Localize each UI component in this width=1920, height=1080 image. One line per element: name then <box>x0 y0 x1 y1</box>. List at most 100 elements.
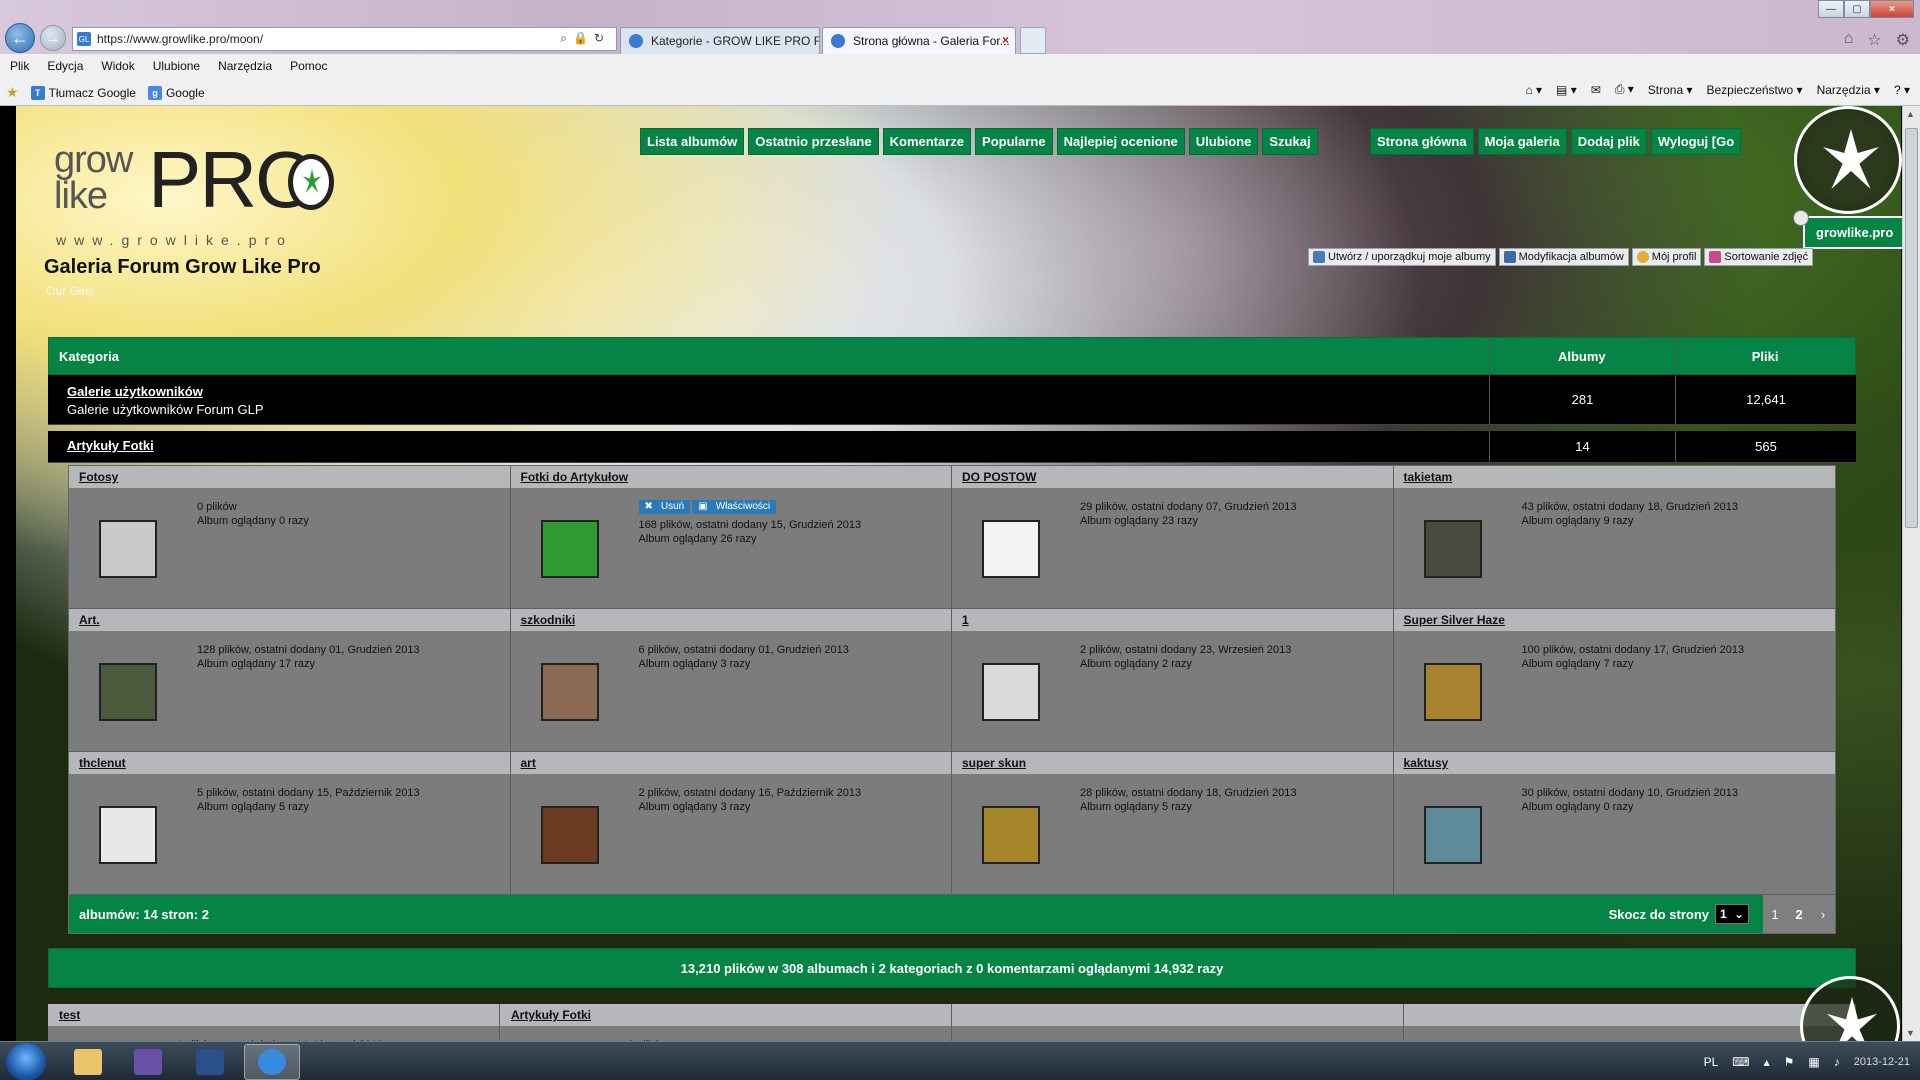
page-scrollbar[interactable]: ▲ ▼ <box>1902 106 1920 1041</box>
language-indicator[interactable]: PL <box>1704 1055 1719 1069</box>
start-button[interactable] <box>6 1043 46 1080</box>
nav-wyloguj[interactable]: Wyloguj [Go <box>1650 128 1742 155</box>
rss-icon[interactable]: ▤ ▾ <box>1556 83 1577 97</box>
album-title-link[interactable]: kaktusy <box>1393 752 1835 774</box>
nav-lista-albumow[interactable]: Lista albumów <box>640 128 745 155</box>
volume-icon[interactable]: ♪ <box>1834 1055 1840 1069</box>
album-admin-delete-button[interactable]: ✖ Usuń <box>638 500 691 514</box>
album-title-link[interactable]: DO POSTOW <box>952 466 1393 488</box>
album-thumbnail[interactable] <box>1423 520 1482 578</box>
album-title-link[interactable]: 1 <box>952 609 1393 631</box>
nav-komentarze[interactable]: Komentarze <box>882 128 972 155</box>
menu-widok[interactable]: Widok <box>101 59 134 73</box>
minimize-button[interactable]: — <box>1818 0 1844 18</box>
nav-ostatnio-przeslane[interactable]: Ostatnio przesłane <box>748 128 879 155</box>
close-tab-icon[interactable]: × <box>1002 33 1009 47</box>
album-title-link[interactable] <box>952 1004 1403 1026</box>
help-icon[interactable]: ? ▾ <box>1894 83 1910 97</box>
submenu-moj-profil[interactable]: Mój profil <box>1631 248 1702 266</box>
album-thumbnail[interactable] <box>1423 806 1482 864</box>
cmd-strona[interactable]: Strona ▾ <box>1648 83 1693 97</box>
album-title-link[interactable]: super skun <box>952 752 1393 774</box>
album-title-link[interactable]: szkodniki <box>510 609 951 631</box>
favorites-star-icon[interactable]: ☆ <box>1867 30 1881 50</box>
taskbar-visual-studio[interactable] <box>120 1044 176 1080</box>
page-link-2[interactable]: 2 <box>1787 895 1811 933</box>
home-icon[interactable]: ⌂ ▾ <box>1525 83 1542 97</box>
category-link-galerie-uzytkownikow[interactable]: Galerie użytkowników <box>67 384 203 399</box>
network-icon[interactable]: ▦ <box>1808 1055 1819 1069</box>
site-seal-logo[interactable] <box>1794 106 1902 214</box>
print-icon[interactable]: ⎙ ▾ <box>1615 82 1634 97</box>
scrollbar-thumb[interactable] <box>1905 128 1918 528</box>
album-thumbnail[interactable] <box>99 663 157 721</box>
album-title-link[interactable]: art <box>510 752 951 774</box>
album-thumbnail[interactable] <box>540 520 599 578</box>
album-thumbnail[interactable] <box>982 663 1040 721</box>
forward-button[interactable]: → <box>40 25 66 51</box>
refresh-icon[interactable]: ↻ <box>594 31 610 45</box>
favorites-star-icon[interactable]: ★ <box>6 84 19 101</box>
category-link-artykuly-fotki[interactable]: Artykuły Fotki <box>67 438 154 453</box>
flag-icon[interactable]: ⚑ <box>1784 1055 1795 1069</box>
page-link-1[interactable]: 1 <box>1763 895 1787 933</box>
album-title-link[interactable]: Fotosy <box>69 466 510 488</box>
menu-edycja[interactable]: Edycja <box>47 59 83 73</box>
tab-kategorie[interactable]: Kategorie - GROW LIKE PRO F... <box>620 27 820 54</box>
album-thumbnail[interactable] <box>540 806 599 864</box>
submenu-utworz-albumy[interactable]: Utwórz / uporządkuj moje albumy <box>1308 248 1496 266</box>
scroll-down-icon[interactable]: ▼ <box>1906 1028 1915 1038</box>
next-page-link[interactable]: › <box>1811 895 1835 933</box>
taskbar-save-app[interactable] <box>182 1044 238 1080</box>
site-logo[interactable]: grow like PRO www.growlike.pro <box>50 140 334 252</box>
nav-najlepiej-ocenione[interactable]: Najlepiej ocenione <box>1056 128 1185 155</box>
album-admin-properties-button[interactable]: ▣ Właściwości <box>692 500 777 514</box>
menu-narzedzia[interactable]: Narzędzia <box>218 59 272 73</box>
gear-icon[interactable]: ⚙ <box>1896 30 1910 50</box>
album-thumbnail[interactable] <box>540 663 599 721</box>
page-select[interactable]: 1 ⌄ <box>1715 904 1749 924</box>
nav-ulubione[interactable]: Ulubione <box>1188 128 1259 155</box>
album-title-link[interactable]: Super Silver Haze <box>1393 609 1835 631</box>
menu-plik[interactable]: Plik <box>10 59 29 73</box>
album-title-link[interactable]: takietam <box>1393 466 1835 488</box>
album-thumbnail[interactable] <box>99 520 157 578</box>
cmd-bezpieczenstwo[interactable]: Bezpieczeństwo ▾ <box>1707 83 1803 97</box>
nav-strona-glowna[interactable]: Strona główna <box>1370 128 1474 155</box>
fav-google[interactable]: g Google <box>147 85 205 100</box>
tab-strona-glowna[interactable]: Strona główna - Galeria For... × <box>822 27 1016 54</box>
scroll-up-icon[interactable]: ▲ <box>1906 109 1915 119</box>
show-hidden-icons-icon[interactable]: ▴ <box>1764 1055 1770 1069</box>
album-title-link[interactable]: thclenut <box>69 752 510 774</box>
submenu-sortowanie-zdjec[interactable]: Sortowanie zdjęć <box>1704 248 1814 266</box>
back-button[interactable]: ← <box>5 23 35 53</box>
nav-moja-galeria[interactable]: Moja galeria <box>1477 128 1567 155</box>
maximize-button[interactable]: ▢ <box>1844 0 1870 18</box>
taskbar-explorer[interactable] <box>60 1044 116 1080</box>
search-icon[interactable]: ⌕ <box>560 31 573 45</box>
album-title-link[interactable]: Artykuły Fotki <box>500 1004 951 1026</box>
cmd-narzedzia[interactable]: Narzędzia ▾ <box>1817 83 1880 97</box>
menu-ulubione[interactable]: Ulubione <box>153 59 200 73</box>
nav-popularne[interactable]: Popularne <box>975 128 1053 155</box>
album-thumbnail[interactable] <box>1423 663 1482 721</box>
album-title-link[interactable]: Art. <box>69 609 510 631</box>
mail-icon[interactable]: ✉ <box>1591 83 1601 97</box>
clock[interactable]: 2013-12-21 <box>1854 1056 1910 1068</box>
site-badge-link[interactable]: growlike.pro <box>1793 210 1907 249</box>
album-thumbnail[interactable] <box>982 520 1040 578</box>
new-tab-button[interactable] <box>1020 27 1046 54</box>
keyboard-icon[interactable]: ⌨ <box>1732 1055 1749 1069</box>
album-title-link[interactable]: test <box>48 1004 499 1026</box>
album-title-link[interactable] <box>1404 1004 1856 1026</box>
album-thumbnail[interactable] <box>99 806 157 864</box>
album-thumbnail[interactable] <box>982 806 1040 864</box>
home-icon[interactable]: ⌂ <box>1844 30 1854 50</box>
nav-szukaj[interactable]: Szukaj <box>1262 128 1318 155</box>
nav-dodaj-plik[interactable]: Dodaj plik <box>1570 128 1647 155</box>
album-title-link[interactable]: Fotki do Artykułow <box>510 466 951 488</box>
submenu-modyfikacja-albumow[interactable]: Modyfikacja albumów <box>1498 248 1629 266</box>
close-window-button[interactable]: × <box>1870 0 1914 18</box>
fav-tlumacz-google[interactable]: T Tłumacz Google <box>30 85 136 100</box>
lock-icon[interactable]: 🔒 <box>573 31 594 45</box>
